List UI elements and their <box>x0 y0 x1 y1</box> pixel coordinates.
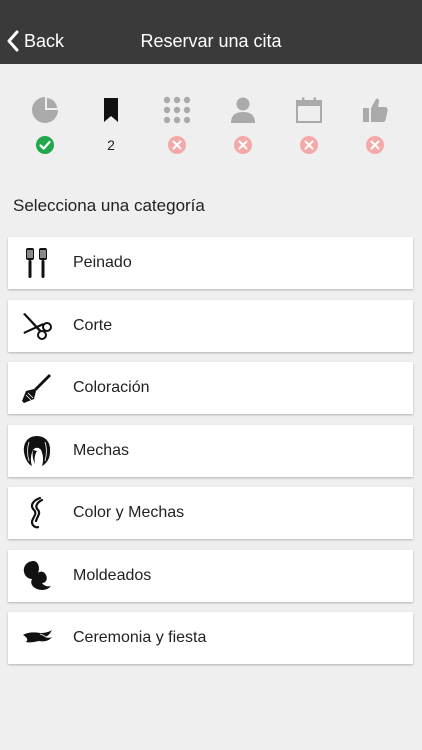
category-label: Ceremonia y fiesta <box>73 629 207 646</box>
x-circle-icon <box>168 136 186 154</box>
category-moldeados[interactable]: Moldeados <box>8 549 413 602</box>
hair-highlights-icon <box>23 435 51 466</box>
category-corte[interactable]: Corte <box>8 299 413 352</box>
step-4[interactable] <box>213 90 273 160</box>
current-step-number: 2 <box>107 137 115 153</box>
category-ceremonia-y-fiesta[interactable]: Ceremonia y fiesta <box>8 612 413 664</box>
check-circle-icon <box>36 136 54 154</box>
category-mechas[interactable]: Mechas <box>8 424 413 477</box>
booking-steps: 2 <box>0 90 422 170</box>
category-color-y-mechas[interactable]: Color y Mechas <box>8 487 413 539</box>
brush-icon <box>26 248 47 278</box>
step-5[interactable] <box>279 90 339 160</box>
thumbs-up-icon <box>363 98 388 122</box>
nav-bar: Back Reservar una cita <box>0 0 422 64</box>
category-label: Color y Mechas <box>73 504 185 521</box>
category-label: Moldeados <box>73 566 152 584</box>
hair-updo-icon <box>23 630 52 643</box>
scissors-icon <box>23 312 52 340</box>
dye-brush-icon <box>22 374 51 403</box>
x-circle-icon <box>234 136 252 154</box>
category-label: Coloración <box>73 379 150 396</box>
category-list: Peinado Corte Coloración Mechas Color y … <box>8 237 413 675</box>
category-label: Corte <box>73 316 113 334</box>
bookmark-icon <box>104 98 118 122</box>
step-3[interactable] <box>147 90 207 160</box>
category-coloracion[interactable]: Coloración <box>8 362 413 414</box>
curly-hair-icon <box>23 560 51 590</box>
category-label: Peinado <box>73 254 132 271</box>
hair-strand-icon <box>30 496 44 529</box>
x-circle-icon <box>366 136 384 154</box>
step-2[interactable]: 2 <box>81 90 141 160</box>
category-label: Mechas <box>73 441 130 459</box>
section-heading: Selecciona una categoría <box>13 196 205 215</box>
person-icon <box>231 97 255 123</box>
calendar-icon <box>296 97 322 123</box>
x-circle-icon <box>300 136 318 154</box>
category-peinado[interactable]: Peinado <box>8 237 413 289</box>
page-title: Reservar una cita <box>140 31 282 51</box>
pie-chart-icon <box>32 97 58 123</box>
step-1[interactable] <box>15 90 75 160</box>
grid-icon <box>163 96 191 124</box>
step-6[interactable] <box>345 90 405 160</box>
